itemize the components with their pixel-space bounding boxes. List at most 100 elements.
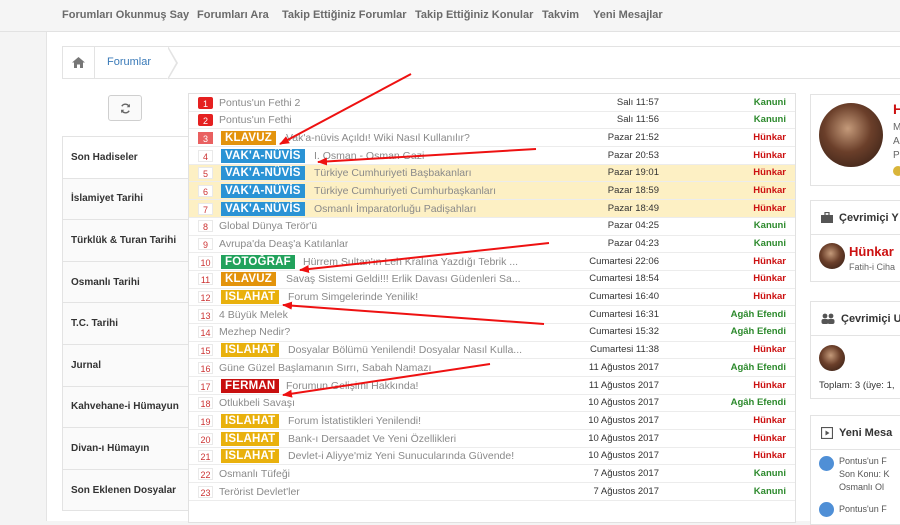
thread-row[interactable]: 2 Pontus'un Fethi Salı 11:56 Kanuni <box>189 112 795 130</box>
thread-title-link[interactable]: Güne Güzel Başlamanın Sırrı, Sabah Namaz… <box>219 362 431 374</box>
thread-row[interactable]: 9 Avrupa'da Deaş'a Katılanlar Pazar 04:23 K… <box>189 236 795 254</box>
thread-title-link[interactable]: Pontus'un Fethi <box>219 114 292 126</box>
thread-row[interactable]: 14 Mezhep Nedir? Cumartesi 15:32 Agâh Efend… <box>189 324 795 342</box>
thread-title-link[interactable]: Otlukbeli Savaşı <box>219 397 295 409</box>
thread-last-poster[interactable]: Kanuni <box>754 97 786 108</box>
thread-title-link[interactable]: Dosyalar Bölümü Yenilendi! Dosyalar Nası… <box>288 344 522 356</box>
thread-title-link[interactable]: Mezhep Nedir? <box>219 326 290 338</box>
sidebar-item-son-hadiseler[interactable]: Son Hadiseler <box>63 137 189 179</box>
thread-row[interactable]: 16 Güne Güzel Başlamanın Sırrı, Sabah Nam… <box>189 359 795 377</box>
thread-title-link[interactable]: Savaş Sistemi Geldi!!! Erlik Davası Güde… <box>286 273 521 285</box>
refresh-button[interactable] <box>108 95 142 121</box>
thread-last-poster[interactable]: Hünkar <box>753 344 786 355</box>
thread-prefix-badge[interactable]: KLAVUZ <box>221 130 276 145</box>
thread-row[interactable]: 17 FERMAN Forumun Gelişimi Hakkında! 11 Ağu… <box>189 377 795 395</box>
thread-row[interactable]: 8 Global Dünya Terör'ü Pazar 04:25 Kanuni <box>189 218 795 236</box>
thread-last-poster[interactable]: Hünkar <box>753 450 786 461</box>
sidebar-item-islamiyet-tarihi[interactable]: İslamiyet Tarihi <box>63 178 189 221</box>
thread-prefix-badge[interactable]: VAK'A-NÜVİS <box>221 183 305 198</box>
thread-row[interactable]: 10 FOTOĞRAF Hürrem Sultan'ın Leh Kralına Y… <box>189 253 795 271</box>
sidebar-item-son-eklenen-dosyalar[interactable]: Son Eklenen Dosyalar <box>63 469 189 512</box>
sidebar-item-osmanli-tarihi[interactable]: Osmanlı Tarihi <box>63 261 189 304</box>
sidebar-item-turkluk-turan-tarihi[interactable]: Türklük & Turan Tarihi <box>63 220 189 262</box>
thread-title-link[interactable]: Devlet-i Aliyye'miz Yeni Sunucularında G… <box>288 450 514 462</box>
thread-last-poster[interactable]: Hünkar <box>753 167 786 178</box>
thread-title-link[interactable]: Hürrem Sultan'ın Leh Kralına Yazdığı Teb… <box>303 256 518 268</box>
thread-row[interactable]: 18 Otlukbeli Savaşı 10 Ağustos 2017 Agâh Ef… <box>189 395 795 413</box>
thread-title-link[interactable]: Bank-ı Dersaadet Ve Yeni Özellikleri <box>288 433 456 445</box>
thread-prefix-badge[interactable]: KLAVUZ <box>221 272 276 287</box>
profile-avatar[interactable] <box>819 103 883 167</box>
profile-name[interactable]: H <box>893 101 900 117</box>
thread-title-link[interactable]: Osmanlı Tüfeği <box>219 468 290 480</box>
thread-prefix-badge[interactable]: ISLAHAT <box>221 343 280 358</box>
thread-title-link[interactable]: Osmanlı İmparatorluğu Padişahları <box>314 203 476 215</box>
thread-last-poster[interactable]: Kanuni <box>754 114 786 125</box>
nav-mark-forums-read[interactable]: Forumları Okunmuş Say <box>62 9 189 21</box>
thread-title-link[interactable]: I. Osman - Osman Gazi <box>314 150 424 162</box>
thread-title-link[interactable]: Vak'a-nüvis Açıldı! Wiki Nasıl Kullanılı… <box>286 132 470 144</box>
thread-title-link[interactable]: Avrupa'da Deaş'a Katılanlar <box>219 238 348 250</box>
thread-prefix-badge[interactable]: VAK'A-NÜVİS <box>221 166 305 181</box>
staff-avatar[interactable] <box>819 243 845 269</box>
thread-title-link[interactable]: Forum Simgelerinde Yenilik! <box>288 291 418 303</box>
sidebar-item-kahvehane[interactable]: Kahvehane-i Hümayun <box>63 386 189 429</box>
thread-last-poster[interactable]: Hünkar <box>753 185 786 196</box>
thread-last-poster[interactable]: Hünkar <box>753 291 786 302</box>
thread-row[interactable]: 3 KLAVUZ Vak'a-nüvis Açıldı! Wiki Nasıl Ku… <box>189 129 795 148</box>
new-post-1-title[interactable]: Pontus'un F <box>839 456 887 466</box>
thread-row[interactable]: 23 Terörist Devlet'ler 7 Ağustos 2017 Kanun… <box>189 483 795 501</box>
thread-row[interactable]: 11 KLAVUZ Savaş Sistemi Geldi!!! Erlik Dav… <box>189 271 795 289</box>
thread-prefix-badge[interactable]: ISLAHAT <box>221 431 280 446</box>
thread-last-poster[interactable]: Kanuni <box>754 468 786 479</box>
thread-title-link[interactable]: Forum İstatistikleri Yenilendi! <box>288 415 421 427</box>
thread-row[interactable]: 15 ISLAHAT Dosyalar Bölümü Yenilendi! Dosy… <box>189 342 795 360</box>
thread-prefix-badge[interactable]: FOTOĞRAF <box>221 254 295 269</box>
thread-prefix-badge[interactable]: ISLAHAT <box>221 290 280 305</box>
thread-last-poster[interactable]: Hünkar <box>753 203 786 214</box>
thread-row[interactable]: 22 Osmanlı Tüfeği 7 Ağustos 2017 Kanuni <box>189 465 795 484</box>
thread-row[interactable]: 12 ISLAHAT Forum Simgelerinde Yenilik! Cuma… <box>189 289 795 307</box>
thread-prefix-badge[interactable]: VAK'A-NÜVİS <box>221 201 305 216</box>
thread-row[interactable]: 7 VAK'A-NÜVİS Osmanlı İmparatorluğu Padişa… <box>189 200 795 218</box>
staff-username[interactable]: Hünkar <box>849 244 894 259</box>
nav-search-forums[interactable]: Forumları Ara <box>197 9 269 21</box>
thread-prefix-badge[interactable]: FERMAN <box>221 378 280 393</box>
thread-last-poster[interactable]: Agâh Efendi <box>731 397 786 408</box>
thread-prefix-badge[interactable]: ISLAHAT <box>221 413 280 428</box>
breadcrumb-home[interactable] <box>63 47 95 78</box>
sidebar-item-tc-tarihi[interactable]: T.C. Tarihi <box>63 303 189 345</box>
nav-new-posts[interactable]: Yeni Mesajlar <box>593 9 663 21</box>
breadcrumb-forums[interactable]: Forumlar <box>107 56 151 68</box>
thread-last-poster[interactable]: Hünkar <box>753 273 786 284</box>
thread-row[interactable]: 6 VAK'A-NÜVİS Türkiye Cumhuriyeti Cumhurba… <box>189 182 795 201</box>
new-post-2-title[interactable]: Pontus'un F <box>839 504 887 514</box>
nav-calendar[interactable]: Takvim <box>542 9 579 21</box>
sidebar-item-divan[interactable]: Divan-ı Hümayın <box>63 428 189 470</box>
thread-last-poster[interactable]: Kanuni <box>754 486 786 497</box>
thread-last-poster[interactable]: Hünkar <box>753 132 786 143</box>
thread-row[interactable]: 20 ISLAHAT Bank-ı Dersaadet Ve Yeni Özelli… <box>189 430 795 448</box>
nav-subscribed-threads[interactable]: Takip Ettiğiniz Konular <box>415 9 533 21</box>
thread-title-link[interactable]: 4 Büyük Melek <box>219 309 288 321</box>
thread-title-link[interactable]: Türkiye Cumhuriyeti Cumhurbaşkanları <box>314 185 496 197</box>
online-user-avatar[interactable] <box>819 345 845 371</box>
thread-row[interactable]: 5 VAK'A-NÜVİS Türkiye Cumhuriyeti Başbakan… <box>189 164 795 183</box>
thread-last-poster[interactable]: Kanuni <box>754 220 786 231</box>
thread-prefix-badge[interactable]: ISLAHAT <box>221 449 280 464</box>
thread-last-poster[interactable]: Hünkar <box>753 150 786 161</box>
thread-row[interactable]: 19 ISLAHAT Forum İstatistikleri Yenilendi!… <box>189 412 795 431</box>
thread-last-poster[interactable]: Kanuni <box>754 238 786 249</box>
thread-row[interactable]: 21 ISLAHAT Devlet-i Aliyye'miz Yeni Sunucu… <box>189 448 795 466</box>
thread-row[interactable]: 1 Pontus'un Fethi 2 Salı 11:57 Kanuni <box>189 94 795 112</box>
thread-row[interactable]: 4 VAK'A-NÜVİS I. Osman - Osman Gazi Pazar 2… <box>189 147 795 165</box>
thread-title-link[interactable]: Terörist Devlet'ler <box>219 486 300 498</box>
thread-row[interactable]: 13 4 Büyük Melek Cumartesi 16:31 Agâh Efend… <box>189 306 795 324</box>
thread-last-poster[interactable]: Agâh Efendi <box>731 362 786 373</box>
thread-last-poster[interactable]: Hünkar <box>753 256 786 267</box>
thread-last-poster[interactable]: Agâh Efendi <box>731 309 786 320</box>
nav-subscribed-forums[interactable]: Takip Ettiğiniz Forumlar <box>282 9 406 21</box>
sidebar-item-jurnal[interactable]: Jurnal <box>63 344 189 387</box>
thread-title-link[interactable]: Türkiye Cumhuriyeti Başbakanları <box>314 167 472 179</box>
thread-last-poster[interactable]: Hünkar <box>753 415 786 426</box>
